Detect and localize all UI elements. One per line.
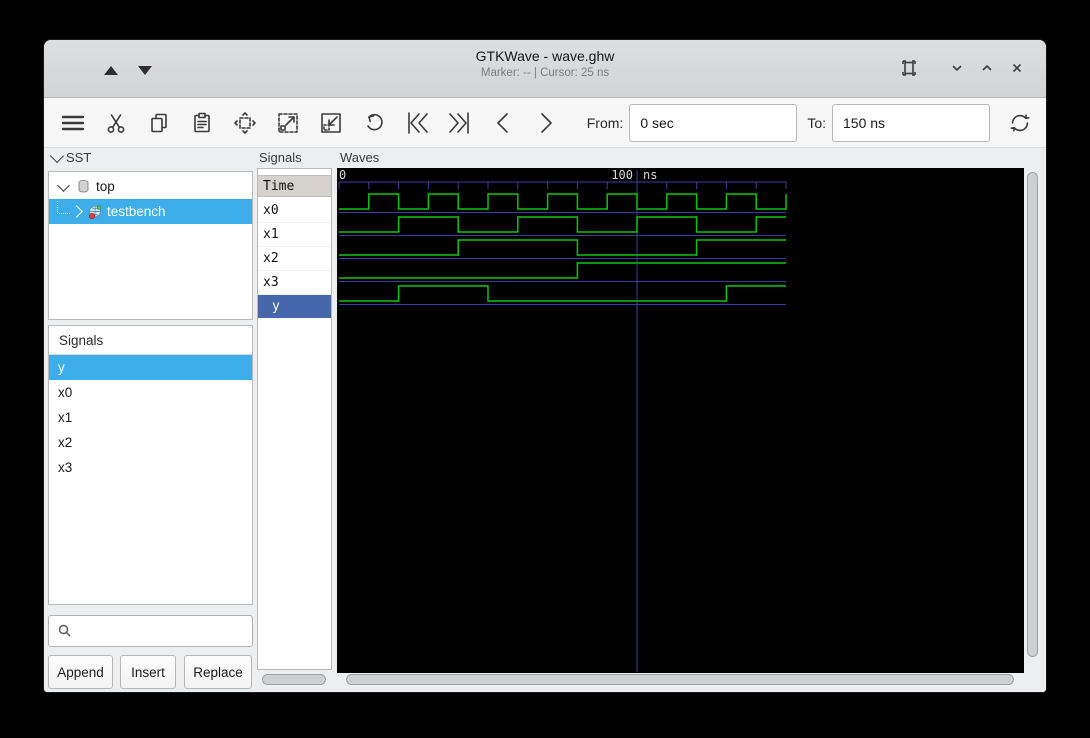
minimize-button[interactable]: [942, 54, 972, 82]
titlebar[interactable]: GTKWave - wave.ghw Marker: -- | Cursor: …: [44, 40, 1046, 98]
main-area: SST top testbench Signals y x0 x1 x2 x3 …: [44, 148, 1046, 692]
list-item-label: x2: [58, 435, 73, 450]
svg-text:ns: ns: [643, 168, 657, 182]
zoom-out-icon: [278, 112, 298, 133]
paste-icon: [193, 112, 210, 132]
time-header[interactable]: Time: [258, 175, 331, 197]
wave-name-panel: Time x0 x1 x2 x3 y: [257, 168, 332, 670]
sst-header-label: SST: [66, 150, 92, 165]
waves-hscrollbar-thumb[interactable]: [346, 674, 1014, 685]
zoom-out-button[interactable]: [271, 104, 304, 142]
svg-text:0: 0: [339, 168, 346, 182]
waveform-plot: 0 100 ns: [338, 168, 787, 672]
from-input[interactable]: [629, 103, 798, 142]
waves-vscrollbar-thumb[interactable]: [1027, 172, 1038, 657]
maximize-button[interactable]: [972, 54, 1002, 82]
insert-button[interactable]: Insert: [120, 655, 176, 689]
expander-right-icon[interactable]: [70, 205, 83, 218]
wave-row-name-x3[interactable]: x3: [258, 271, 331, 295]
jump-start-button[interactable]: [401, 104, 434, 142]
step-forward-button[interactable]: [530, 104, 563, 142]
maximize-icon: [982, 64, 992, 71]
zoom-in-icon: [321, 112, 341, 133]
wave-row-name-x1[interactable]: x1: [258, 223, 331, 247]
step-back-button[interactable]: [487, 104, 520, 142]
list-item-label: y: [58, 360, 65, 375]
jump-end-icon: [449, 111, 469, 134]
list-item-x0[interactable]: x0: [49, 380, 252, 405]
waves-frame-label: Waves: [340, 150, 380, 165]
step-forward-icon: [541, 112, 553, 133]
wave-canvas[interactable]: 0 100 ns: [337, 168, 1024, 673]
sst-tree-panel: top testbench: [48, 171, 253, 320]
list-item-y[interactable]: y: [49, 355, 252, 380]
zoom-fit-icon: [233, 111, 256, 134]
replace-button[interactable]: Replace: [184, 655, 252, 689]
list-item-x1[interactable]: x1: [49, 405, 252, 430]
zoom-in-button[interactable]: [314, 104, 347, 142]
wave-row-name-x0[interactable]: x0: [258, 199, 331, 223]
list-item-label: x3: [58, 460, 73, 475]
zoom-fit-button[interactable]: [228, 104, 261, 142]
jump-start-icon: [408, 111, 428, 134]
gtkwave-window: GTKWave - wave.ghw Marker: -- | Cursor: …: [44, 40, 1046, 692]
to-label: To:: [807, 114, 826, 131]
toolbar: From: To:: [44, 98, 1046, 148]
jump-end-button[interactable]: [444, 104, 477, 142]
close-icon: [1012, 63, 1022, 73]
tree-item-label: testbench: [107, 204, 166, 219]
signals-frame-label: Signals: [259, 150, 302, 165]
reload-button[interactable]: [1003, 104, 1036, 142]
waves-hscrollbar[interactable]: [342, 674, 1018, 686]
cut-icon: [107, 113, 124, 133]
reload-icon: [1010, 113, 1030, 132]
menu-button[interactable]: [56, 104, 89, 142]
svg-text:100: 100: [611, 168, 633, 182]
to-input[interactable]: [832, 103, 990, 142]
append-button[interactable]: Append: [48, 655, 113, 689]
wave-row-name-y[interactable]: y: [258, 295, 331, 318]
list-item-x2[interactable]: x2: [49, 430, 252, 455]
sst-header[interactable]: SST: [49, 148, 92, 165]
tree-item-top[interactable]: top: [49, 174, 252, 199]
close-button[interactable]: [1002, 54, 1032, 82]
names-hscrollbar[interactable]: [257, 674, 332, 686]
list-item-label: x1: [58, 410, 73, 425]
list-item-label: x0: [58, 385, 73, 400]
undo-button[interactable]: [357, 104, 390, 142]
search-field[interactable]: [48, 615, 253, 647]
minimize-icon: [952, 65, 962, 72]
undo-icon: [367, 113, 383, 130]
frame-icon: [902, 60, 916, 76]
signal-list-header: Signals: [49, 326, 252, 355]
component-icon: [88, 204, 102, 219]
menu-icon: [61, 115, 84, 130]
frame-button[interactable]: [894, 54, 924, 82]
copy-button[interactable]: [142, 104, 175, 142]
names-hscrollbar-thumb[interactable]: [262, 674, 326, 685]
copy-icon: [150, 113, 167, 132]
chevron-down-icon: [49, 148, 65, 163]
module-icon: [78, 180, 89, 193]
wave-row-name-x2[interactable]: x2: [258, 247, 331, 271]
from-label: From:: [586, 114, 624, 131]
tree-item-testbench[interactable]: testbench: [49, 199, 252, 224]
expander-down-icon[interactable]: [57, 178, 70, 192]
list-item-x3[interactable]: x3: [49, 455, 252, 480]
cut-button[interactable]: [99, 104, 132, 142]
step-back-icon: [497, 112, 508, 133]
tree-item-label: top: [96, 179, 115, 194]
paste-button[interactable]: [185, 104, 218, 142]
waves-vscrollbar[interactable]: [1027, 172, 1039, 658]
signal-list-panel: Signals y x0 x1 x2 x3: [48, 325, 253, 605]
search-icon: [58, 624, 71, 637]
tree-connector: [57, 201, 70, 214]
